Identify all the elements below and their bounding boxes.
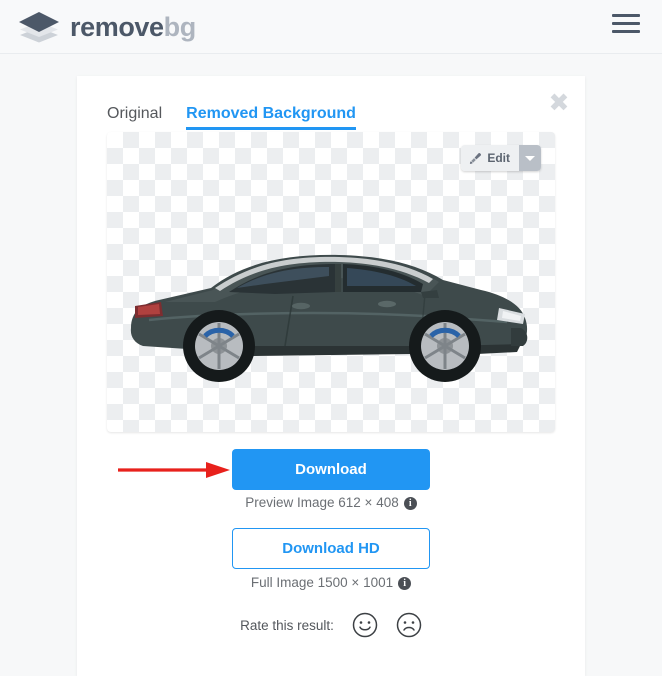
tab-original[interactable]: Original bbox=[107, 105, 162, 130]
brand-text: removebg bbox=[70, 11, 197, 42]
rating-label: Rate this result: bbox=[240, 617, 334, 633]
close-x-icon[interactable]: ✖ bbox=[546, 90, 572, 116]
car-image bbox=[130, 254, 528, 382]
info-circle-icon[interactable]: i bbox=[403, 497, 417, 510]
smiley-face-icon[interactable] bbox=[352, 612, 378, 638]
info-circle-icon[interactable]: i bbox=[398, 577, 412, 590]
preview-image-caption: Preview Image 612 × 408 i bbox=[77, 495, 585, 510]
rating-row: Rate this result: bbox=[77, 612, 585, 638]
edit-button-label: Edit bbox=[487, 151, 510, 165]
result-tabs: Original Removed Background bbox=[107, 98, 380, 130]
hamburger-line bbox=[612, 30, 640, 33]
brand-text-secondary: bg bbox=[163, 11, 197, 42]
result-card: ✖ Original Removed Background Edit Downl… bbox=[77, 76, 585, 676]
edit-dropdown-toggle[interactable] bbox=[519, 145, 541, 171]
hamburger-line bbox=[612, 22, 640, 25]
tab-removed-background[interactable]: Removed Background bbox=[186, 105, 356, 130]
hamburger-menu-icon[interactable] bbox=[612, 14, 640, 38]
paintbrush-icon bbox=[470, 152, 482, 164]
chevron-down-icon bbox=[525, 155, 535, 161]
full-caption-row: Full Image 1500 × 1001 i bbox=[250, 575, 412, 590]
edit-button-group: Edit bbox=[461, 145, 541, 171]
brand-logo[interactable]: removebg bbox=[18, 8, 196, 46]
image-preview-area[interactable]: Edit bbox=[107, 132, 555, 432]
preview-caption-row: Preview Image 612 × 408 i bbox=[245, 495, 417, 510]
full-image-caption: Full Image 1500 × 1001 i bbox=[77, 575, 585, 590]
layers-diamond-icon bbox=[18, 10, 60, 44]
hamburger-line bbox=[612, 14, 640, 17]
full-caption-text: Full Image 1500 × 1001 bbox=[250, 575, 394, 590]
preview-caption-text: Preview Image 612 × 408 bbox=[245, 495, 399, 510]
frowny-face-icon[interactable] bbox=[396, 612, 422, 638]
brand-text-primary: remove bbox=[70, 11, 164, 42]
edit-button[interactable]: Edit bbox=[461, 145, 519, 171]
app-header: removebg bbox=[0, 0, 662, 54]
download-hd-button[interactable]: Download HD bbox=[232, 528, 430, 569]
download-button[interactable]: Download bbox=[232, 449, 430, 490]
